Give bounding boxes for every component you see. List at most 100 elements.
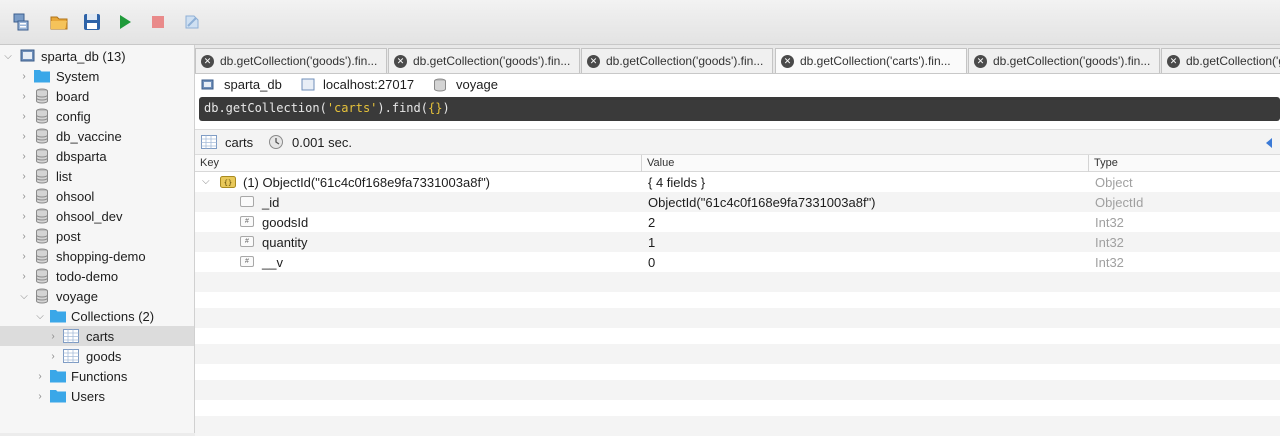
database-icon [35,228,51,244]
table-row-field[interactable]: # quantity 1 Int32 [195,232,1280,252]
tree-item-label: Functions [71,368,128,384]
database-icon [35,188,51,204]
close-icon[interactable]: ✕ [781,55,794,68]
table-row-document[interactable]: ⌵ {} (1) ObjectId("61c4c0f168e9fa7331003… [195,172,1280,192]
document-icon: {} [220,176,236,188]
chevron-right-icon[interactable]: › [19,111,29,122]
open-icon[interactable] [48,11,70,33]
tree-item-label: voyage [56,288,98,304]
close-icon[interactable]: ✕ [587,55,600,68]
chevron-right-icon[interactable]: › [19,191,29,202]
stop-icon[interactable] [147,11,169,33]
tree-item-functions[interactable]: › Functions [0,366,194,386]
close-icon[interactable]: ✕ [201,55,214,68]
tree-item-database[interactable]: › db_vaccine [0,126,194,146]
tab-query[interactable]: ✕ db.getCollection('goods').fin... [388,48,580,73]
tab-query[interactable]: ✕ db.getCollection('goods').fin... [195,48,387,73]
save-icon[interactable] [81,11,103,33]
table-row-empty [195,290,1280,310]
chevron-right-icon[interactable]: › [19,271,29,282]
host-info: localhost:27017 [301,77,414,92]
tree-item-database[interactable]: › config [0,106,194,126]
tab-label: db.getCollection('goods').fin... [220,54,378,68]
table-row-field[interactable]: # __v 0 Int32 [195,252,1280,272]
chevron-right-icon[interactable]: › [19,231,29,242]
chevron-down-icon[interactable]: ⌵ [202,176,210,187]
format-icon[interactable] [181,11,203,33]
query-editor[interactable]: db.getCollection('carts').find({}) [199,97,1280,121]
collapse-icon[interactable] [1264,137,1274,149]
chevron-right-icon[interactable]: › [19,171,29,182]
chevron-right-icon[interactable]: › [48,351,58,362]
tree-item-database[interactable]: › ohsool_dev [0,206,194,226]
tree-item-label: todo-demo [56,268,119,284]
tab-bar: ✕ db.getCollection('goods').fin... ✕ db.… [195,45,1280,74]
field-value: 1 [648,235,656,250]
tree-item-users[interactable]: › Users [0,386,194,406]
chevron-right-icon[interactable]: › [19,91,29,102]
table-row-empty [195,326,1280,346]
close-icon[interactable]: ✕ [394,55,407,68]
tree-item-database[interactable]: › ohsool [0,186,194,206]
tree-item-database[interactable]: › list [0,166,194,186]
tab-query[interactable]: ✕ db.getCollection('goods').fin... [581,48,773,73]
tree-item-system[interactable]: › System [0,66,194,86]
tree-item-label: db_vaccine [56,128,122,144]
chevron-right-icon[interactable]: › [19,251,29,262]
tree-item-collections[interactable]: ⌵ Collections (2) [0,306,194,326]
tree-item-label: goods [86,348,122,364]
connect-icon[interactable] [10,11,32,33]
database-icon [35,148,51,164]
close-icon[interactable]: ✕ [974,55,987,68]
tree-item-label: Collections (2) [71,308,155,324]
tree-item-database[interactable]: › board [0,86,194,106]
tree-item-collection-goods[interactable]: › goods [0,346,194,366]
chevron-right-icon[interactable]: › [48,331,58,342]
chevron-down-icon[interactable]: ⌵ [19,291,29,302]
tree-root-sparta-db[interactable]: ⌵ sparta_db (13) [0,46,194,66]
column-header-key[interactable]: Key [200,157,219,169]
result-time: 0.001 sec. [292,135,352,150]
chevron-down-icon[interactable]: ⌵ [35,311,45,322]
field-type: Int32 [1095,255,1124,270]
tree-item-label: dbsparta [56,148,107,164]
tab-query-active[interactable]: ✕ db.getCollection('carts').fin... [775,48,967,73]
chevron-right-icon[interactable]: › [19,71,29,82]
tree-item-database[interactable]: › shopping-demo [0,246,194,266]
chevron-right-icon[interactable]: › [35,371,45,382]
chevron-right-icon[interactable]: › [35,391,45,402]
column-divider[interactable] [1088,155,1089,172]
table-row-empty [195,416,1280,436]
host-name: localhost:27017 [323,77,415,92]
close-icon[interactable]: ✕ [1167,55,1180,68]
tree-item-label: config [56,108,91,124]
field-icon [240,196,254,207]
chevron-right-icon[interactable]: › [19,211,29,222]
tab-query[interactable]: ✕ db.getCollection('g [1161,48,1280,73]
table-row-field[interactable]: _id ObjectId("61c4c0f168e9fa7331003a8f")… [195,192,1280,212]
svg-text:{}: {} [224,179,232,187]
column-divider[interactable] [641,155,642,172]
run-icon[interactable] [114,11,136,33]
tree-item-database[interactable]: ⌵ voyage [0,286,194,306]
server-icon [201,78,215,92]
tree-item-database[interactable]: › todo-demo [0,266,194,286]
column-header-type[interactable]: Type [1094,157,1118,169]
tab-query[interactable]: ✕ db.getCollection('goods').fin... [968,48,1160,73]
table-row-field[interactable]: # goodsId 2 Int32 [195,212,1280,232]
chevron-right-icon[interactable]: › [19,151,29,162]
table-row-empty [195,344,1280,364]
tree-item-collection-carts[interactable]: › carts [0,326,194,346]
database-icon [35,168,51,184]
tree-item-label: ohsool_dev [56,208,123,224]
tree-root-label: sparta_db (13) [41,48,126,64]
tree-item-label: list [56,168,72,184]
tree-item-database[interactable]: › dbsparta [0,146,194,166]
chevron-right-icon[interactable]: › [19,131,29,142]
chevron-down-icon[interactable]: ⌵ [3,51,13,62]
connection-tree: ⌵ sparta_db (13) › System › board › config ›… [0,45,195,433]
column-header-value[interactable]: Value [647,157,674,169]
folder-icon [50,389,66,405]
table-row-empty [195,362,1280,382]
tree-item-database[interactable]: › post [0,226,194,246]
